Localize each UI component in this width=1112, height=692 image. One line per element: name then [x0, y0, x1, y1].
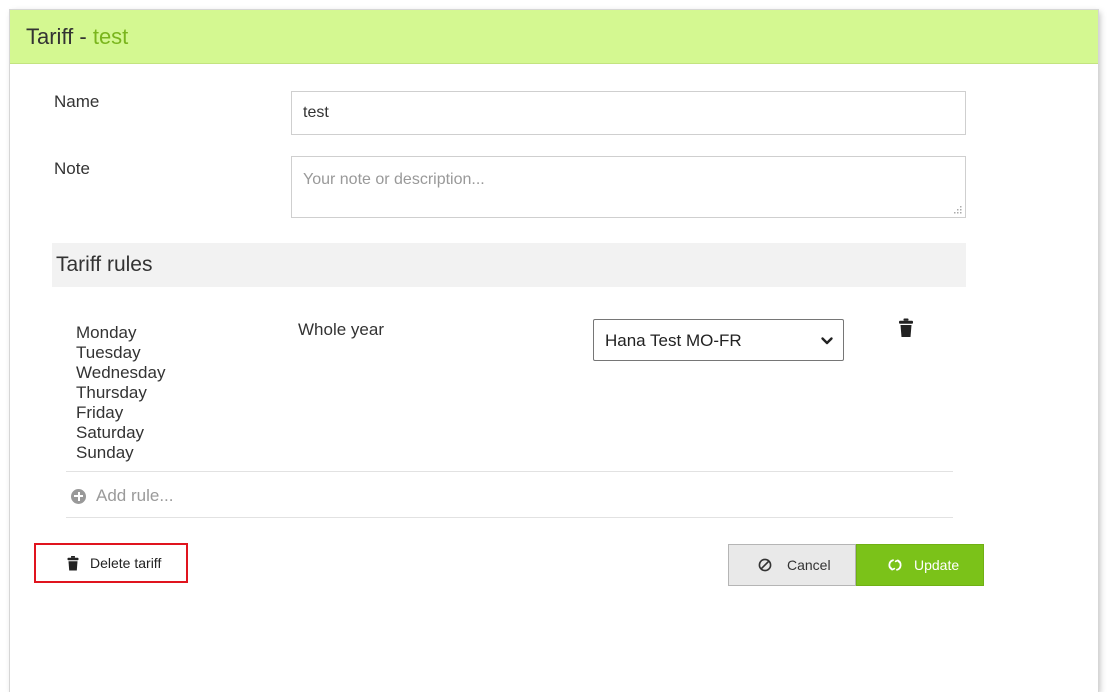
update-button[interactable]: Update — [856, 544, 984, 586]
add-rule-label: Add rule... — [96, 486, 174, 505]
delete-tariff-label: Delete tariff — [90, 555, 162, 571]
cancel-button[interactable]: Cancel — [728, 544, 856, 586]
rule-day: Thursday — [76, 383, 147, 402]
trash-icon[interactable] — [898, 318, 914, 338]
tariff-dialog: Tariff - test Name Note Tariff rules Mon… — [10, 10, 1098, 692]
cancel-label: Cancel — [787, 557, 831, 573]
rule-divider-top — [66, 471, 953, 472]
add-rule-button[interactable]: Add rule... — [71, 484, 174, 508]
rule-tariff-select[interactable]: Hana Test MO-FR — [593, 319, 844, 361]
rule-day: Wednesday — [76, 363, 166, 382]
note-label: Note — [54, 159, 90, 178]
plus-circle-icon — [71, 488, 86, 504]
rule-divider-bottom — [66, 517, 953, 518]
trash-icon — [67, 556, 79, 571]
update-label: Update — [914, 557, 960, 573]
rule-day: Friday — [76, 403, 124, 422]
chevron-down-icon — [821, 337, 833, 345]
name-label: Name — [54, 92, 100, 111]
rule-tariff-select-value: Hana Test MO-FR — [605, 331, 742, 350]
dialog-title: Tariff - test — [26, 24, 128, 50]
rule-day: Sunday — [76, 443, 134, 462]
note-textarea[interactable] — [291, 156, 966, 218]
tariff-rules-title: Tariff rules — [56, 253, 153, 276]
rule-day: Tuesday — [76, 343, 141, 362]
refresh-icon — [888, 559, 902, 571]
title-tariff-name: test — [92, 24, 129, 49]
rule-days-list: Monday Tuesday Wednesday Thursday Friday… — [76, 323, 165, 463]
resize-grip-icon[interactable] — [954, 206, 962, 214]
dialog-header: Tariff - test — [10, 10, 1098, 64]
name-input[interactable] — [291, 91, 966, 135]
tariff-rules-header: Tariff rules — [52, 243, 966, 287]
rule-day: Saturday — [76, 423, 145, 442]
delete-tariff-button[interactable]: Delete tariff — [34, 543, 188, 583]
title-prefix: Tariff - — [26, 24, 93, 49]
rule-period: Whole year — [298, 320, 384, 339]
ban-icon — [758, 558, 772, 572]
rule-day: Monday — [76, 323, 137, 342]
